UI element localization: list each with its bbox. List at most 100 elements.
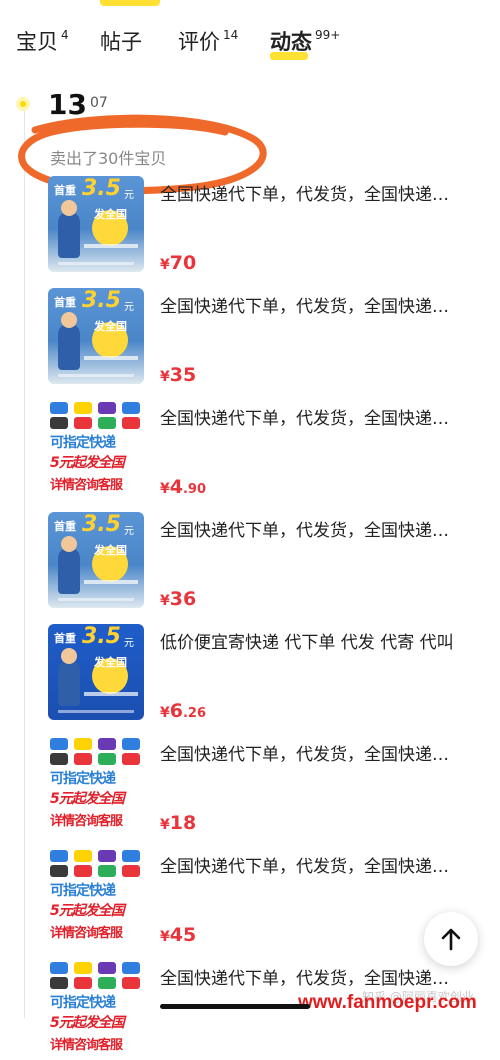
thumb-text: 发全国 [94,656,127,669]
thumb-text: 可指定快递 [50,771,116,787]
courier-logo-icon [50,738,68,750]
thumb-text: 5元起发全国 [50,455,125,471]
decorative-bar [58,262,134,265]
decorative-bar [58,374,134,377]
courier-logo-icon [50,753,68,765]
thumb-text: 可指定快递 [50,435,116,451]
courier-logos [50,962,142,992]
arrow-up-icon [441,928,461,951]
courier-logos [50,850,142,880]
courier-logo-icon [50,402,68,414]
courier-logo-icon [50,977,68,989]
courier-logo-icon [122,962,140,974]
list-item[interactable]: 可指定快递 5元起发全国 详情咨询客服 全国快递代下单，代发货，全国快递… ¥4.90 [48,400,500,500]
product-title[interactable]: 全国快递代下单，代发货，全国快递… [160,740,490,765]
thumb-text: 3.5 [82,512,121,537]
product-price: ¥6.26 [160,700,206,722]
currency-symbol: ¥ [160,929,170,945]
product-title[interactable]: 全国快递代下单，代发货，全国快递… [160,516,490,541]
tab-count: 4 [61,28,69,42]
product-thumbnail[interactable]: 可指定快递 5元起发全国 详情咨询客服 [48,736,144,832]
product-thumbnail[interactable]: 可指定快递 5元起发全国 详情咨询客服 [48,848,144,944]
product-title[interactable]: 全国快递代下单，代发货，全国快递… [160,964,490,989]
thumb-text: 5元起发全国 [50,1015,125,1031]
tab-label: 评价 [178,30,220,54]
tab-count: 99+ [315,28,341,42]
courier-logo-icon [98,865,116,877]
decorative-bar [58,598,134,601]
thumb-text: 首重 [54,632,76,645]
courier-logos [50,738,142,768]
thumb-text: 详情咨询客服 [50,814,123,829]
product-price: ¥4.90 [160,476,206,498]
courier-logo-icon [50,850,68,862]
timeline-line [24,104,25,1018]
tab-reviews[interactable]: 评价 14 [178,26,238,56]
thumb-text: 首重 [54,184,76,197]
courier-logo-icon [122,402,140,414]
thumb-text: 详情咨询客服 [50,1038,123,1053]
list-item[interactable]: 首重 3.5 元发全国 低价便宜寄快递 代下单 代发 代寄 代叫 ¥6.26 [48,624,500,724]
tab-label: 宝贝 [16,30,58,54]
product-title[interactable]: 全国快递代下单，代发货，全国快递… [160,180,490,205]
product-price: ¥36 [160,588,196,610]
price-integer: 70 [169,252,197,274]
price-integer: 4 [169,476,183,498]
person-graphic [58,200,80,258]
product-thumbnail[interactable]: 首重 3.5 元发全国 [48,288,144,384]
courier-logo-icon [98,850,116,862]
tab-activity[interactable]: 动态 99+ [270,26,341,60]
currency-symbol: ¥ [160,817,170,833]
price-integer: 45 [169,924,197,946]
list-item[interactable]: 首重 3.5 元发全国 全国快递代下单，代发货，全国快递… ¥35 [48,288,500,388]
product-title[interactable]: 低价便宜寄快递 代下单 代发 代寄 代叫 [160,628,490,653]
product-thumbnail[interactable]: 首重 3.5 元发全国 [48,624,144,720]
list-item[interactable]: 首重 3.5 元发全国 全国快递代下单，代发货，全国快递… ¥70 [48,176,500,276]
person-graphic [58,648,80,706]
tab-bar: 宝贝 4 帖子 评价 14 动态 99+ [0,18,500,64]
back-to-top-button[interactable] [424,912,478,966]
tab-count: 14 [223,28,239,42]
timeline-dot [16,97,30,111]
site-watermark: www.fanmoepr.com [298,992,477,1013]
courier-logo-icon [98,402,116,414]
courier-logo-icon [50,962,68,974]
timeline-date-suffix: 07 [90,95,108,111]
courier-logo-icon [98,738,116,750]
courier-logo-icon [50,417,68,429]
price-integer: 6 [169,700,183,722]
currency-symbol: ¥ [160,369,170,385]
tab-items[interactable]: 宝贝 4 [16,26,69,56]
list-item[interactable]: 可指定快递 5元起发全国 详情咨询客服 全国快递代下单，代发货，全国快递… ¥18 [48,736,500,836]
thumb-text: 元 [124,526,134,537]
courier-logo-icon [122,977,140,989]
price-integer: 35 [169,364,197,386]
courier-logo-icon [98,977,116,989]
product-thumbnail[interactable]: 可指定快递 5元起发全国 详情咨询客服 [48,960,144,1056]
courier-logo-icon [74,865,92,877]
thumb-text: 发全国 [94,320,127,333]
courier-logo-icon [74,962,92,974]
product-thumbnail[interactable]: 首重 3.5 元发全国 [48,176,144,272]
person-graphic [58,312,80,370]
currency-symbol: ¥ [160,257,170,273]
decorative-bar [58,710,134,713]
thumb-text: 发全国 [94,544,127,557]
list-item[interactable]: 首重 3.5 元发全国 全国快递代下单，代发货，全国快递… ¥36 [48,512,500,612]
thumb-text: 3.5 [82,624,121,649]
product-title[interactable]: 全国快递代下单，代发货，全国快递… [160,404,490,429]
tab-posts[interactable]: 帖子 [100,26,142,56]
thumb-text: 5元起发全国 [50,903,125,919]
courier-logo-icon [74,417,92,429]
currency-symbol: ¥ [160,481,170,497]
price-integer: 36 [169,588,197,610]
courier-logo-icon [74,753,92,765]
product-title[interactable]: 全国快递代下单，代发货，全国快递… [160,292,490,317]
product-thumbnail[interactable]: 可指定快递 5元起发全国 详情咨询客服 [48,400,144,496]
product-title[interactable]: 全国快递代下单，代发货，全国快递… [160,852,490,877]
product-price: ¥45 [160,924,196,946]
courier-logo-icon [74,850,92,862]
home-indicator [160,1004,310,1009]
product-thumbnail[interactable]: 首重 3.5 元发全国 [48,512,144,608]
courier-logo-icon [74,977,92,989]
